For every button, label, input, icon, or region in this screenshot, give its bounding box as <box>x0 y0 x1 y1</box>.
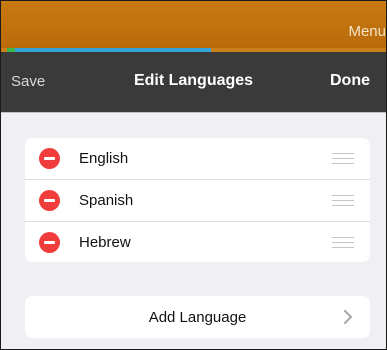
language-row-english: English <box>25 138 370 180</box>
add-language-button[interactable]: Add Language <box>25 296 370 338</box>
chevron-right-icon <box>344 310 352 324</box>
language-row-spanish: Spanish <box>25 180 370 222</box>
page-title: Edit Languages <box>133 72 254 89</box>
add-language-label: Add Language <box>148 309 247 326</box>
reorder-handle-icon[interactable] <box>332 153 354 164</box>
reorder-handle-icon[interactable] <box>332 237 354 248</box>
screen-frame: Menu Save Edit Languages Done English Sp… <box>0 0 387 350</box>
language-label: English <box>79 150 129 167</box>
app-bar: Menu <box>1 1 386 51</box>
done-button[interactable]: Done <box>330 72 370 90</box>
menu-button[interactable]: Menu <box>348 23 386 40</box>
modal-header: Save Edit Languages Done <box>1 52 386 112</box>
delete-minus-icon[interactable] <box>39 190 60 211</box>
language-label: Spanish <box>79 192 134 209</box>
language-label: Hebrew <box>79 234 131 251</box>
language-list: English Spanish Hebrew <box>25 138 370 262</box>
language-row-hebrew: Hebrew <box>25 222 370 262</box>
delete-minus-icon[interactable] <box>39 148 60 169</box>
reorder-handle-icon[interactable] <box>332 195 354 206</box>
delete-minus-icon[interactable] <box>39 232 60 253</box>
